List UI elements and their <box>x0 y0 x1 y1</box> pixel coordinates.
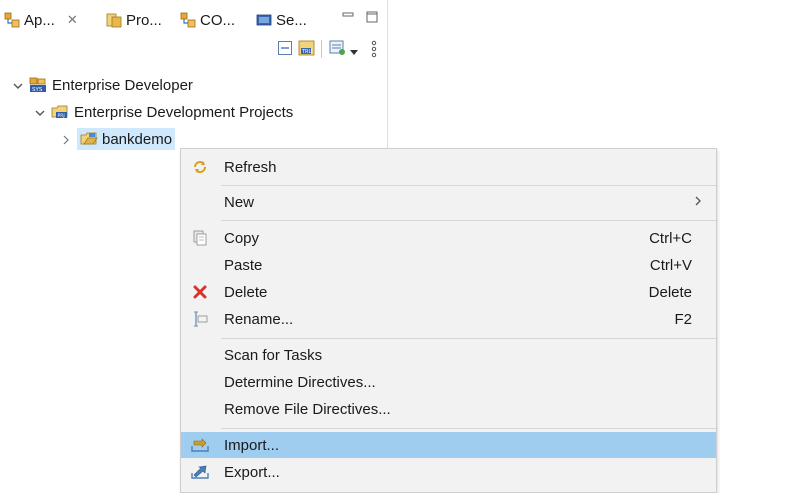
chevron-down-icon[interactable] <box>349 44 359 64</box>
menu-item-paste[interactable]: Paste Ctrl+V <box>181 252 716 278</box>
tab-project-explorer[interactable]: Pro... <box>106 8 162 32</box>
selected-project[interactable]: bankdemo <box>77 128 176 150</box>
close-icon[interactable]: ✕ <box>67 12 78 28</box>
menu-item-delete[interactable]: Delete Delete <box>181 279 716 305</box>
import-icon <box>191 436 209 454</box>
copy-icon <box>191 229 209 247</box>
tree-item-label: Enterprise Developer <box>52 76 193 94</box>
menu-item-label: Refresh <box>224 158 277 176</box>
cobol-explorer-icon <box>180 12 196 28</box>
menu-item-import[interactable]: Import... <box>181 432 716 458</box>
chevron-down-icon[interactable] <box>34 106 46 118</box>
filter-icon[interactable] <box>329 40 347 60</box>
tab-cobol-explorer[interactable]: CO... <box>180 8 235 32</box>
menu-separator <box>221 220 716 221</box>
shortcut-label: Delete <box>648 283 692 301</box>
tab-label: Pro... <box>126 11 162 29</box>
delete-icon <box>191 283 209 301</box>
tab-label: Ap... <box>24 11 55 29</box>
tree-item-enterprise-developer[interactable]: SYS Enterprise Developer <box>12 74 193 96</box>
menu-separator <box>221 338 716 339</box>
svg-text:PRJ: PRJ <box>58 113 65 119</box>
menu-item-label: Rename... <box>224 310 294 328</box>
collapse-all-icon[interactable] <box>277 40 293 60</box>
view-menu-icon[interactable] <box>371 40 377 60</box>
menu-item-export[interactable]: Export... <box>181 459 716 485</box>
link-with-editor-icon[interactable]: TRU <box>297 38 317 58</box>
menu-item-copy[interactable]: Copy Ctrl+C <box>181 225 716 251</box>
menu-item-label: Delete <box>224 283 268 301</box>
shortcut-label: F2 <box>674 310 692 328</box>
tab-application-explorer[interactable]: Ap... ✕ <box>4 8 78 32</box>
export-icon <box>191 463 209 481</box>
menu-item-remove-file-directives[interactable]: Remove File Directives... <box>181 396 716 422</box>
svg-text:TRU: TRU <box>301 49 313 55</box>
tree-item-bankdemo[interactable]: bankdemo <box>60 128 176 150</box>
tab-label: Se... <box>276 11 307 29</box>
context-menu: Refresh New Copy Ctrl+C Paste Ctrl+V Del… <box>180 148 717 493</box>
menu-item-rename[interactable]: Rename... F2 <box>181 306 716 332</box>
menu-item-label: Scan for Tasks <box>224 346 323 364</box>
project-explorer-icon <box>106 12 122 28</box>
enterprise-developer-icon: SYS <box>29 77 47 93</box>
menu-item-new[interactable]: New <box>181 189 716 215</box>
menu-item-scan-for-tasks[interactable]: Scan for Tasks <box>181 342 716 368</box>
chevron-down-icon[interactable] <box>12 79 24 91</box>
chevron-right-icon[interactable] <box>60 133 72 145</box>
menu-item-label: New <box>224 193 255 211</box>
shortcut-label: Ctrl+V <box>649 256 692 274</box>
menu-item-label: Determine Directives... <box>224 373 376 391</box>
menu-item-refresh[interactable]: Refresh <box>181 154 716 180</box>
maximize-icon[interactable] <box>366 10 378 24</box>
tree-item-enterprise-development-projects[interactable]: PRJ Enterprise Development Projects <box>34 101 293 123</box>
refresh-icon <box>191 158 209 176</box>
view-tab-bar: Ap... ✕ Pro... CO... Se... <box>0 0 388 34</box>
svg-text:SYS: SYS <box>32 87 43 93</box>
chevron-right-icon <box>694 194 702 210</box>
project-folder-icon <box>80 131 98 147</box>
menu-item-label: Import... <box>224 436 280 454</box>
application-explorer-icon <box>4 12 20 28</box>
projects-folder-icon: PRJ <box>51 104 69 120</box>
menu-item-determine-directives[interactable]: Determine Directives... <box>181 369 716 395</box>
tab-label: CO... <box>200 11 236 29</box>
tree-item-label: bankdemo <box>102 130 173 148</box>
rename-icon <box>191 310 209 328</box>
menu-separator <box>221 185 716 186</box>
shortcut-label: Ctrl+C <box>649 229 692 247</box>
tree-item-label: Enterprise Development Projects <box>74 103 294 121</box>
menu-item-label: Remove File Directives... <box>224 400 391 418</box>
menu-separator <box>221 428 716 429</box>
menu-item-label: Copy <box>224 229 260 247</box>
menu-item-label: Export... <box>224 463 280 481</box>
menu-item-label: Paste <box>224 256 263 274</box>
tab-server-explorer[interactable]: Se... <box>256 8 307 32</box>
minimize-icon[interactable] <box>342 10 354 24</box>
server-explorer-icon <box>256 12 272 28</box>
toolbar-separator <box>321 40 322 58</box>
